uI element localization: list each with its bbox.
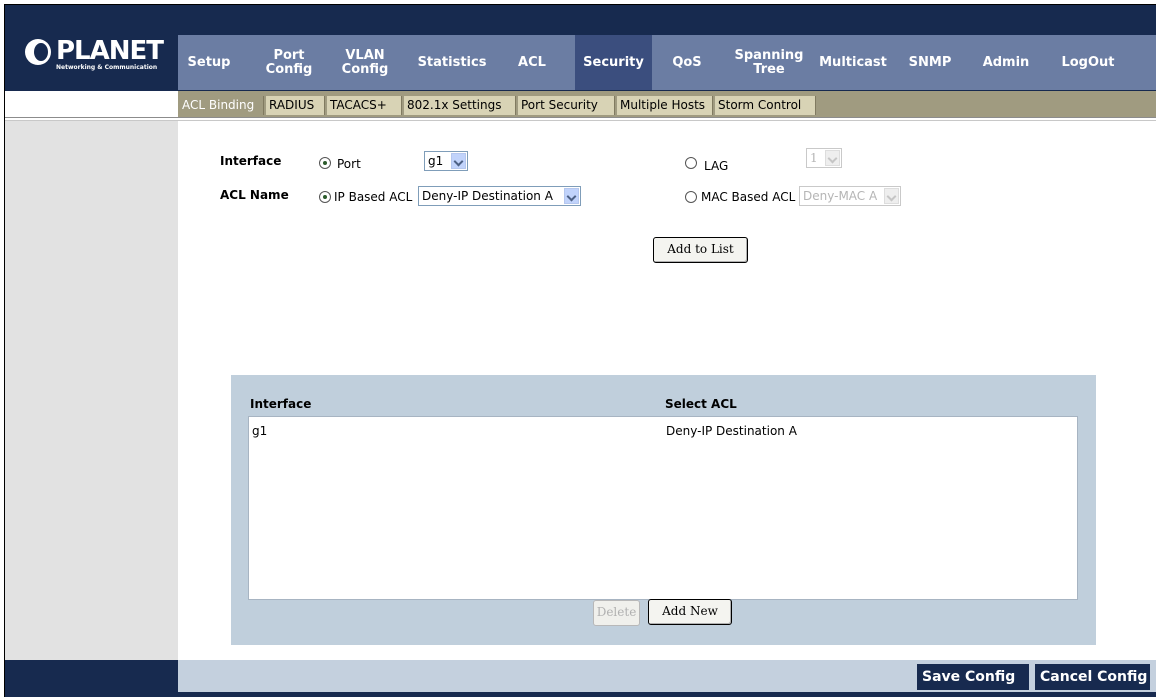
binding-list[interactable]: g1 Deny-IP Destination A xyxy=(248,416,1078,600)
add-to-list-button[interactable]: Add to List xyxy=(653,237,748,263)
nav-admin[interactable]: Admin xyxy=(978,35,1034,90)
tab-tacacs[interactable]: TACACS+ xyxy=(327,96,402,115)
acl-binding-table: Interface Select ACL g1 Deny-IP Destinat… xyxy=(231,375,1096,645)
column-header-select-acl: Select ACL xyxy=(665,397,737,411)
tab-acl-binding[interactable]: ACL Binding xyxy=(179,96,264,115)
nav-multicast[interactable]: Multicast xyxy=(812,35,894,90)
main-nav: Setup Port Config VLAN Config Statistics… xyxy=(178,35,1156,90)
port-select-value: g1 xyxy=(428,154,444,168)
add-new-button[interactable]: Add New xyxy=(648,599,732,625)
lag-select[interactable]: 1 xyxy=(806,148,842,168)
tab-8021x-settings[interactable]: 802.1x Settings xyxy=(404,96,516,115)
lag-select-value: 1 xyxy=(810,151,818,165)
chevron-down-icon xyxy=(884,188,899,204)
chevron-down-icon xyxy=(564,188,579,204)
sub-nav: ACL Binding RADIUS TACACS+ 802.1x Settin… xyxy=(178,91,1156,117)
save-config-button[interactable]: Save Config xyxy=(917,664,1029,690)
nav-security[interactable]: Security xyxy=(575,35,652,90)
nav-acl[interactable]: ACL xyxy=(506,35,558,90)
brand-tagline: Networking & Communication xyxy=(56,64,158,71)
table-row-acl[interactable]: Deny-IP Destination A xyxy=(666,424,797,438)
mac-acl-radio[interactable] xyxy=(685,191,697,203)
mac-acl-select-value: Deny-MAC A xyxy=(803,189,878,203)
ip-acl-radio[interactable] xyxy=(319,191,331,203)
nav-spanning-tree[interactable]: Spanning Tree xyxy=(731,35,807,90)
tab-port-security[interactable]: Port Security xyxy=(518,96,615,115)
nav-statistics[interactable]: Statistics xyxy=(412,35,492,90)
mac-acl-select[interactable]: Deny-MAC A xyxy=(799,186,901,206)
brand-name: PLANET xyxy=(56,36,164,66)
nav-port-config[interactable]: Port Config xyxy=(262,35,316,90)
tab-multiple-hosts[interactable]: Multiple Hosts xyxy=(617,96,713,115)
delete-button[interactable]: Delete xyxy=(593,600,640,626)
ip-acl-option-label: IP Based ACL xyxy=(334,190,413,204)
chevron-down-icon xyxy=(825,150,840,166)
lag-option-label: LAG xyxy=(704,159,729,173)
port-radio[interactable] xyxy=(319,157,331,169)
nav-setup[interactable]: Setup xyxy=(178,35,240,90)
tab-radius[interactable]: RADIUS xyxy=(266,96,325,115)
table-row-interface[interactable]: g1 xyxy=(252,424,267,438)
divider xyxy=(5,117,1156,118)
left-sidebar xyxy=(5,121,178,660)
planet-logo: PLANET Networking & Communication xyxy=(25,36,164,72)
acl-name-label: ACL Name xyxy=(220,188,289,202)
port-option-label: Port xyxy=(337,157,361,171)
column-header-interface: Interface xyxy=(250,397,312,411)
ip-acl-select-value: Deny-IP Destination A xyxy=(422,189,553,203)
tab-storm-control[interactable]: Storm Control xyxy=(715,96,816,115)
port-select[interactable]: g1 xyxy=(424,151,468,171)
nav-snmp[interactable]: SNMP xyxy=(904,35,956,90)
chevron-down-icon xyxy=(451,153,466,169)
interface-label: Interface xyxy=(220,154,282,168)
nav-qos[interactable]: QoS xyxy=(662,35,712,90)
ip-acl-select[interactable]: Deny-IP Destination A xyxy=(418,186,581,206)
nav-logout[interactable]: LogOut xyxy=(1052,35,1124,90)
planet-logo-icon xyxy=(25,39,51,65)
mac-acl-option-label: MAC Based ACL xyxy=(701,190,796,204)
nav-vlan-config[interactable]: VLAN Config xyxy=(340,35,390,90)
cancel-config-button[interactable]: Cancel Config xyxy=(1035,664,1150,690)
lag-radio[interactable] xyxy=(685,157,697,169)
